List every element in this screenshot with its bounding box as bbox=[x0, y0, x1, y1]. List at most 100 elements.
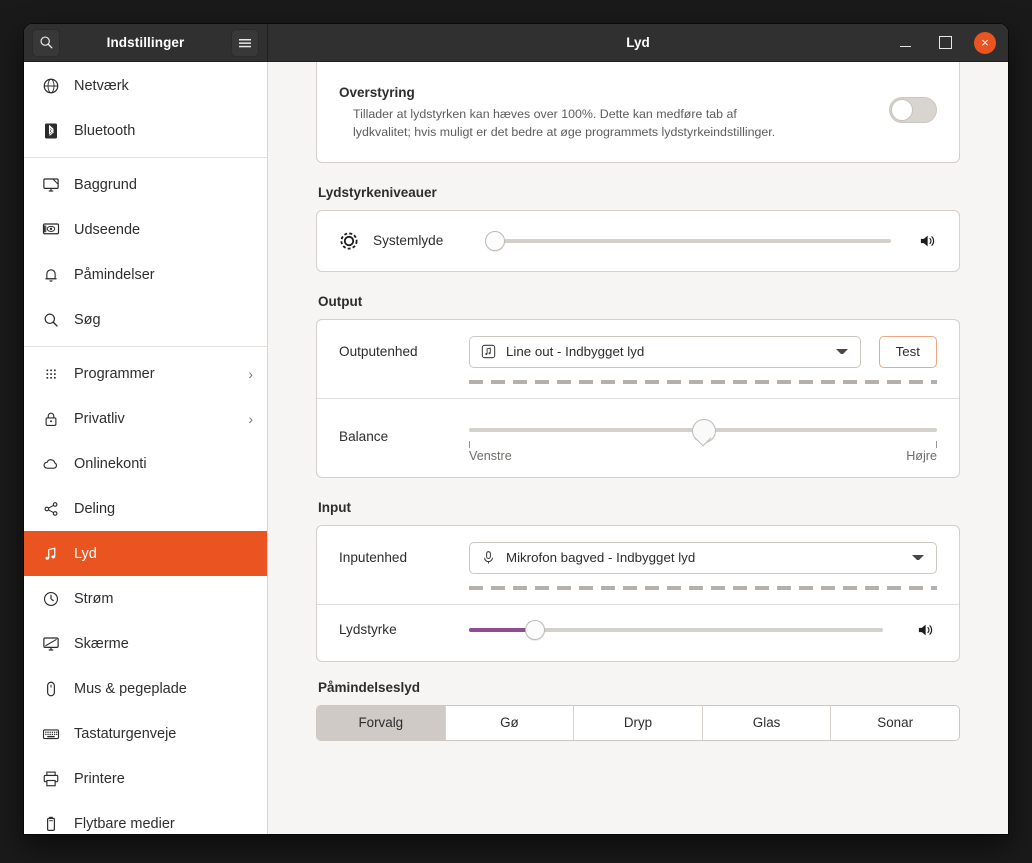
toggle-knob bbox=[891, 99, 913, 121]
balance-right-label: Højre bbox=[906, 448, 937, 463]
alert-sound-option-sonar[interactable]: Sonar bbox=[831, 705, 959, 740]
sidebar-item-str-m[interactable]: Strøm bbox=[24, 576, 267, 621]
search-icon bbox=[42, 311, 60, 329]
overdrive-card: Overstyring Tillader at lydstyrken kan h… bbox=[316, 62, 960, 163]
sidebar-item-label: Bluetooth bbox=[74, 122, 136, 139]
mouse-icon bbox=[42, 680, 60, 698]
network-globe-icon bbox=[42, 77, 60, 95]
sidebar-item-bluetooth[interactable]: Bluetooth bbox=[24, 108, 267, 153]
sidebar-separator bbox=[24, 346, 267, 347]
input-title: Input bbox=[318, 499, 351, 515]
settings-window: Indstillinger Lyd × Netværk Bluetooth Ba… bbox=[24, 24, 1008, 834]
window-header-bar: Indstillinger Lyd × bbox=[24, 24, 1008, 62]
chevron-down-icon bbox=[912, 555, 924, 561]
microphone-icon bbox=[480, 550, 496, 566]
sidebar-item-label: Programmer bbox=[74, 365, 155, 382]
balance-slider[interactable] bbox=[469, 418, 937, 443]
overdrive-title: Overstyring bbox=[339, 85, 415, 100]
alert-sound-option-dryp[interactable]: Dryp bbox=[574, 705, 703, 740]
sidebar-item-label: Strøm bbox=[74, 590, 114, 607]
sidebar-item-s-g[interactable]: Søg bbox=[24, 297, 267, 342]
input-device-row: Inputenhed Mikrofon bagved - Indbygget l… bbox=[317, 526, 959, 578]
bell-icon bbox=[42, 266, 60, 284]
speaker-volume-icon[interactable] bbox=[917, 230, 939, 252]
sidebar-item-printere[interactable]: Printere bbox=[24, 756, 267, 801]
hamburger-menu-icon bbox=[238, 37, 252, 49]
appearance-icon bbox=[42, 221, 60, 239]
sidebar-item-udseende[interactable]: Udseende bbox=[24, 207, 267, 252]
clipped-slider-row bbox=[317, 62, 959, 79]
search-button[interactable] bbox=[32, 28, 60, 57]
speaker-volume-icon[interactable] bbox=[915, 619, 937, 641]
scroll-content: Overstyring Tillader at lydstyrken kan h… bbox=[316, 62, 960, 741]
input-device-label: Inputenhed bbox=[339, 550, 408, 566]
chevron-right-icon: › bbox=[248, 410, 253, 427]
screen: Indstillinger Lyd × Netværk Bluetooth Ba… bbox=[0, 0, 1032, 863]
slider-handle[interactable] bbox=[525, 619, 546, 640]
chevron-down-icon bbox=[835, 349, 848, 355]
output-test-button[interactable]: Test bbox=[878, 335, 937, 368]
bluetooth-icon bbox=[42, 122, 60, 140]
input-volume-slider[interactable] bbox=[469, 619, 883, 641]
sidebar-item-onlinekonti[interactable]: Onlinekonti bbox=[24, 441, 267, 486]
input-device-select[interactable]: Mikrofon bagved - Indbygget lyd bbox=[469, 541, 937, 574]
apps-grid-icon bbox=[42, 365, 60, 383]
share-icon bbox=[42, 500, 60, 518]
output-section: Output Outputenhed Line out - Indbygget … bbox=[316, 294, 960, 478]
alert-sound-option-forvalg[interactable]: Forvalg bbox=[317, 705, 446, 740]
balance-slider-wrap: Venstre Højre bbox=[469, 415, 937, 463]
sidebar-item-deling[interactable]: Deling bbox=[24, 486, 267, 531]
sidebar-item-label: Lyd bbox=[74, 545, 97, 562]
maximize-button[interactable] bbox=[934, 32, 956, 54]
cloud-icon bbox=[42, 455, 60, 473]
balance-marks: Venstre Højre bbox=[469, 440, 937, 463]
lock-icon bbox=[42, 410, 60, 428]
system-sounds-volume-slider[interactable] bbox=[485, 230, 891, 252]
sidebar-item-flytbare-medier[interactable]: Flytbare medier bbox=[24, 801, 267, 834]
output-device-select[interactable]: Line out - Indbygget lyd bbox=[469, 335, 861, 368]
alert-sound-section: Påmindelseslyd Forvalg Gø Dryp Glas Sonar bbox=[316, 680, 960, 741]
sidebar-item-sk-rme[interactable]: Skærme bbox=[24, 621, 267, 666]
slider-handle[interactable] bbox=[485, 230, 505, 251]
minimize-button[interactable] bbox=[894, 32, 916, 54]
sound-settings-panel: Overstyring Tillader at lydstyrken kan h… bbox=[268, 62, 1008, 834]
output-device-value: Line out - Indbygget lyd bbox=[506, 344, 645, 360]
settings-sidebar: Netværk Bluetooth Baggrund Udseende Påmindel… bbox=[24, 62, 268, 834]
close-button[interactable]: × bbox=[974, 31, 996, 54]
overdrive-row: Overstyring Tillader at lydstyrken kan h… bbox=[317, 79, 959, 162]
system-sounds-label: Systemlyde bbox=[373, 233, 444, 249]
sidebar-separator bbox=[24, 157, 267, 158]
removable-media-icon bbox=[42, 815, 60, 833]
overdrive-toggle[interactable] bbox=[889, 97, 937, 123]
sidebar-item-privatliv[interactable]: Privatliv › bbox=[24, 396, 267, 441]
main-menu-button[interactable] bbox=[231, 28, 259, 57]
output-device-row: Outputenhed Line out - Indbygget lyd Tes… bbox=[317, 320, 959, 372]
sidebar-item-label: Skærme bbox=[74, 635, 129, 652]
sidebar-item-mus-pegeplade[interactable]: Mus & pegeplade bbox=[24, 666, 267, 711]
output-balance-row: Balance Venstre Højre bbox=[317, 399, 959, 477]
sidebar-item-p-mindelser[interactable]: Påmindelser bbox=[24, 252, 267, 297]
overdrive-text: Overstyring Tillader at lydstyrken kan h… bbox=[339, 85, 889, 142]
balance-left-label: Venstre bbox=[469, 448, 512, 463]
sidebar-item-label: Påmindelser bbox=[74, 266, 155, 283]
output-device-label: Outputenhed bbox=[339, 344, 418, 360]
input-level-meter bbox=[469, 585, 937, 590]
printer-icon bbox=[42, 770, 60, 788]
volume-levels-title: Lydstyrkeniveauer bbox=[318, 184, 437, 200]
alert-sound-option-glas[interactable]: Glas bbox=[702, 705, 832, 740]
volume-levels-card: Systemlyde bbox=[316, 209, 960, 272]
sidebar-item-label: Deling bbox=[74, 500, 116, 517]
sidebar-item-lyd[interactable]: Lyd bbox=[24, 531, 267, 576]
sidebar-item-tastaturgenveje[interactable]: Tastaturgenveje bbox=[24, 711, 267, 756]
power-icon bbox=[42, 590, 60, 608]
sidebar-item-programmer[interactable]: Programmer › bbox=[24, 351, 267, 396]
alert-sound-button-group: Forvalg Gø Dryp Glas Sonar bbox=[316, 704, 960, 741]
sidebar-item-label: Flytbare medier bbox=[74, 815, 175, 832]
sidebar-item-netv-rk[interactable]: Netværk bbox=[24, 63, 267, 108]
alert-sound-option-g-[interactable]: Gø bbox=[445, 705, 575, 740]
displays-icon bbox=[42, 635, 60, 653]
sidebar-header: Indstillinger bbox=[24, 24, 268, 61]
sidebar-item-label: Privatliv bbox=[74, 410, 125, 427]
sidebar-item-baggrund[interactable]: Baggrund bbox=[24, 162, 267, 207]
alert-sound-title: Påmindelseslyd bbox=[318, 679, 421, 695]
